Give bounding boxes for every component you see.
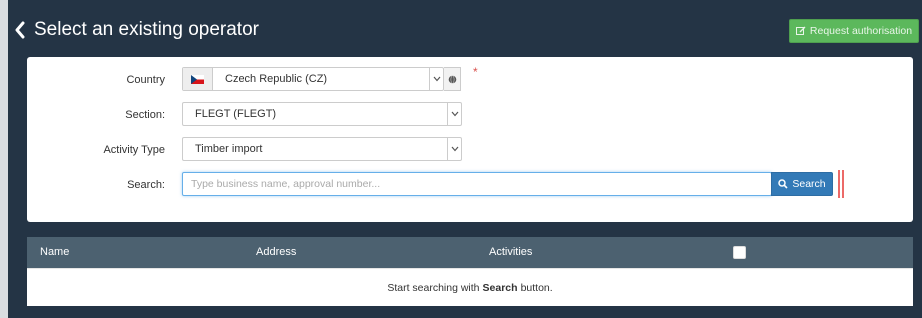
empty-results-message: Start searching with Search button.	[27, 268, 913, 306]
search-icon	[778, 179, 788, 189]
country-label: Country	[126, 74, 165, 86]
page-header: Select an existing operator Request auth…	[8, 12, 922, 50]
section-value: FLEGT (FLEGT)	[195, 108, 277, 120]
activity-type-select[interactable]: Timber import	[182, 137, 462, 161]
select-all-checkbox[interactable]	[733, 246, 746, 259]
cz-flag-icon	[191, 74, 204, 84]
search-button-label: Search	[792, 178, 826, 190]
activity-type-label: Activity Type	[103, 144, 165, 156]
column-activities[interactable]: Activities	[489, 246, 532, 258]
section-select[interactable]: FLEGT (FLEGT)	[182, 102, 462, 126]
request-authorisation-button[interactable]: Request authorisation	[789, 19, 919, 43]
required-marker: *	[473, 65, 478, 79]
chevron-down-icon[interactable]	[429, 68, 443, 90]
section-label: Section:	[125, 109, 165, 121]
activity-type-value: Timber import	[195, 143, 263, 155]
chevron-down-icon[interactable]	[447, 103, 461, 125]
empty-message-emphasis: Search	[482, 281, 518, 294]
page-title: Select an existing operator	[14, 19, 259, 41]
empty-message-prefix: Start searching with	[387, 281, 480, 294]
results-table: Name Address Activities Start searching …	[27, 237, 913, 306]
country-select[interactable]: Czech Republic (CZ)	[182, 67, 444, 91]
globe-button[interactable]	[444, 67, 461, 91]
country-flag	[183, 68, 213, 90]
chevron-down-icon[interactable]	[447, 138, 461, 160]
column-address[interactable]: Address	[256, 246, 296, 258]
annotation-marks	[838, 170, 844, 198]
country-value: Czech Republic (CZ)	[225, 73, 328, 85]
search-input[interactable]	[182, 172, 772, 196]
globe-icon	[448, 74, 456, 84]
page-title-text: Select an existing operator	[34, 19, 259, 40]
chevron-left-icon[interactable]	[14, 21, 26, 39]
table-header: Name Address Activities	[27, 237, 913, 268]
search-label: Search:	[127, 179, 165, 191]
request-authorisation-label: Request authorisation	[809, 25, 913, 37]
left-strip	[0, 0, 8, 318]
column-name[interactable]: Name	[40, 246, 69, 258]
search-button[interactable]: Search	[771, 172, 833, 196]
search-form-panel: Country Czech Republic (CZ) * Section: F…	[27, 57, 913, 222]
edit-icon	[795, 26, 806, 35]
empty-message-suffix: button.	[520, 281, 553, 294]
